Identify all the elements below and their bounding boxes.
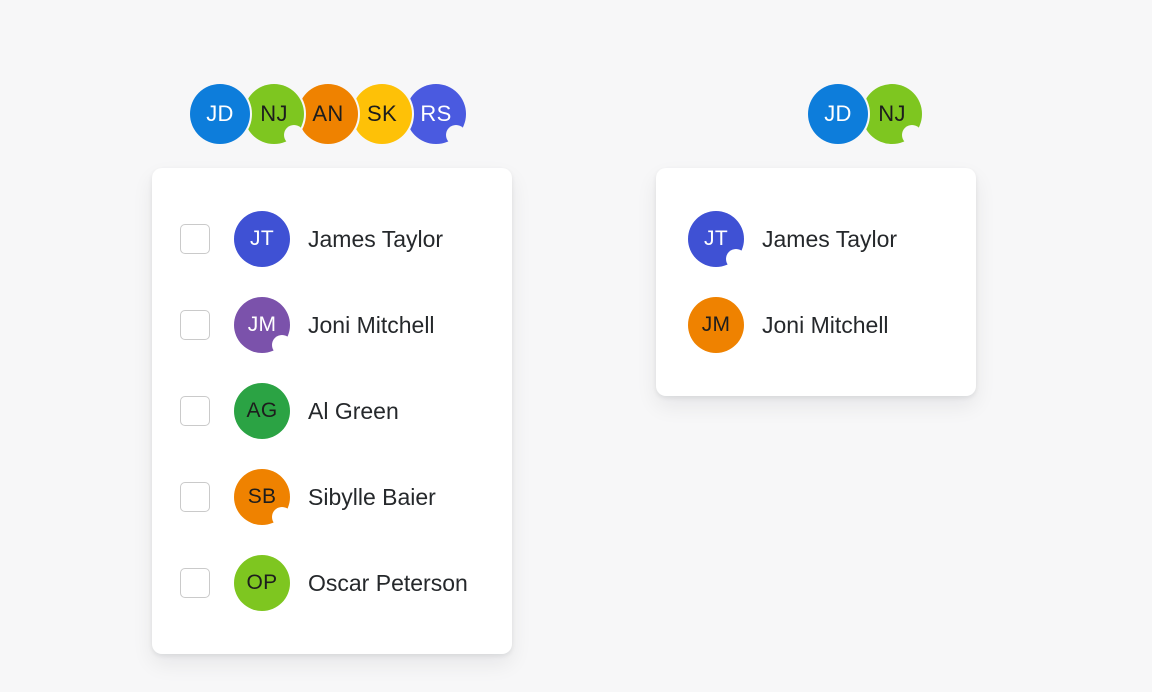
status-dot-online [902,125,922,145]
avatar-initials: JD [190,84,250,144]
status-dot-online [446,125,466,145]
member-row[interactable]: AG Al Green [152,368,512,454]
avatar-initials: JT [234,211,290,267]
member-name: Joni Mitchell [762,311,889,338]
member-avatar: JT [234,211,290,267]
member-row[interactable]: JM Joni Mitchell [152,282,512,368]
right-member-card: JT James Taylor JM Joni Mitchell [656,168,976,396]
avatar-initials: AN [298,84,358,144]
stack-overflow[interactable]: +5 [456,81,522,147]
member-avatar: JM [234,297,292,355]
member-avatar: AG [234,383,290,439]
stack-avatar-jd[interactable]: JD [186,81,252,147]
member-avatar: JT [688,211,746,269]
member-row[interactable]: JM Joni Mitchell [656,282,976,368]
stack-avatar-nj[interactable]: NJ [240,81,306,147]
stack-overflow[interactable]: +2 [912,81,978,147]
member-name: Joni Mitchell [308,311,435,338]
member-checkbox[interactable] [180,568,210,598]
member-name: James Taylor [308,225,444,252]
member-checkbox[interactable] [180,482,210,512]
stack-avatar-sk[interactable]: SK [348,81,414,147]
member-checkbox[interactable] [180,310,210,340]
member-name: Al Green [308,397,399,424]
right-avatar-stack[interactable]: JD NJ +2 [804,81,978,147]
status-dot-online [726,249,746,269]
stack-avatar-rs[interactable]: RS [402,81,468,147]
right-group: JD NJ +2 JT James Taylor JM Joni Mitchell [656,81,978,396]
status-dot-offline [272,507,292,527]
member-row[interactable]: JT James Taylor [152,196,512,282]
left-member-card: JT James Taylor JM Joni Mitchell AG Al Green S… [152,168,512,654]
member-avatar: OP [234,555,290,611]
left-group: JD NJ AN SK RS +5 JT James Taylor JM Joni Mitche… [152,81,522,654]
avatar-initials: OP [234,555,290,611]
member-row[interactable]: SB Sibylle Baier [152,454,512,540]
status-dot-online [272,335,292,355]
avatar-initials: AG [234,383,290,439]
member-row[interactable]: OP Oscar Peterson [152,540,512,626]
stack-avatar-nj[interactable]: NJ [858,81,924,147]
member-avatar: SB [234,469,292,527]
avatar-initials: JD [808,84,868,144]
left-avatar-stack[interactable]: JD NJ AN SK RS +5 [186,81,522,147]
stack-avatar-an[interactable]: AN [294,81,360,147]
member-avatar: JM [688,297,744,353]
member-name: Oscar Peterson [308,569,468,596]
avatar-initials: SK [352,84,412,144]
member-checkbox[interactable] [180,396,210,426]
member-name: Sibylle Baier [308,483,436,510]
stack-avatar-jd[interactable]: JD [804,81,870,147]
member-row[interactable]: JT James Taylor [656,196,976,282]
overflow-count: +2 [916,84,976,144]
member-name: James Taylor [762,225,898,252]
stage: JD NJ AN SK RS +5 JT James Taylor JM Joni Mitche… [0,0,1152,692]
status-dot-online [284,125,304,145]
overflow-count: +5 [460,84,520,144]
avatar-initials: JM [688,297,744,353]
member-checkbox[interactable] [180,224,210,254]
